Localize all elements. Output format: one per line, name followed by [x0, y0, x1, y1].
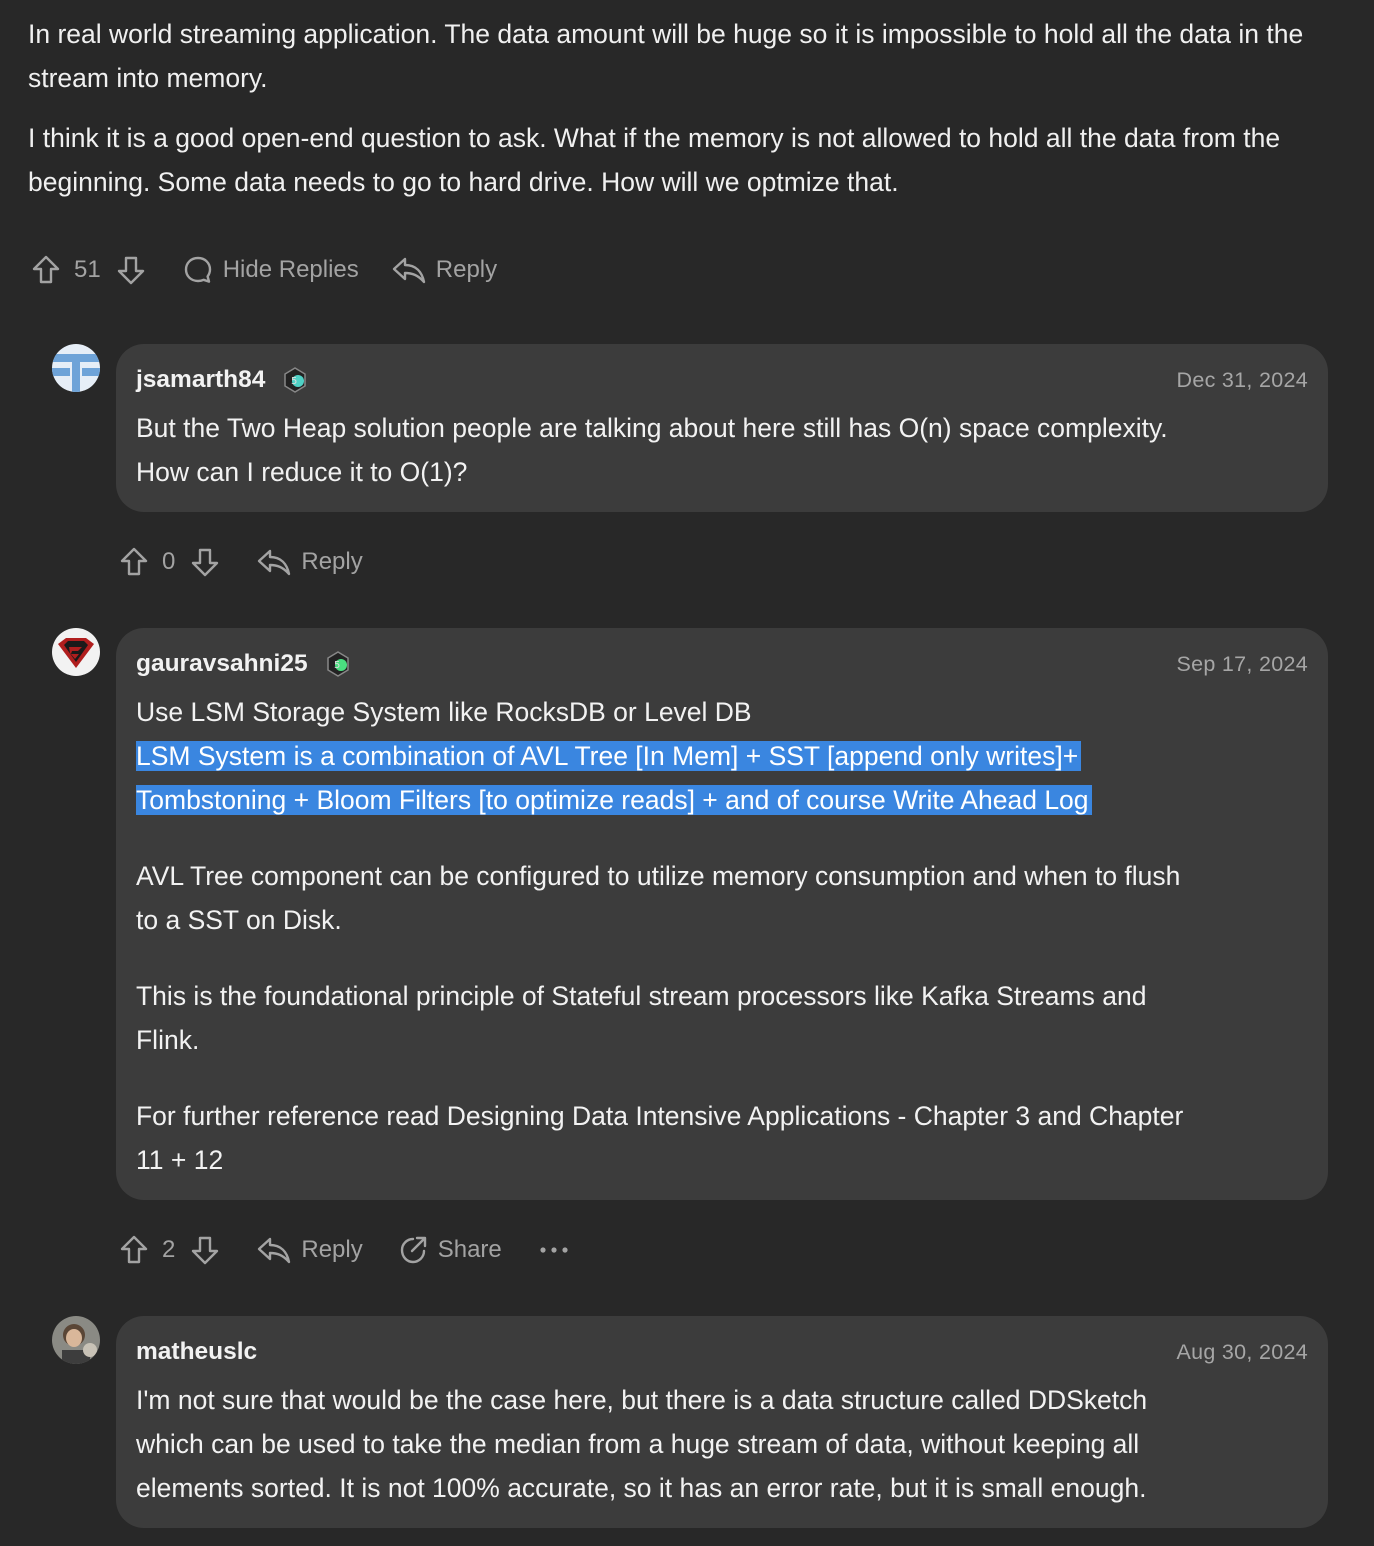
- vote-count: 0: [162, 548, 176, 575]
- reply-text-line: But the Two Heap solution people are tal…: [136, 413, 1168, 443]
- reply-text-line: This is the foundational principle of St…: [136, 981, 1147, 1011]
- reply-header: matheuslc Aug 30, 2024: [136, 1336, 1308, 1368]
- reply-button[interactable]: Reply: [391, 254, 497, 286]
- upvote-button[interactable]: [118, 1234, 150, 1266]
- reply-text-line: I'm not sure that would be the case here…: [136, 1385, 1148, 1415]
- vote-count: 51: [74, 256, 101, 283]
- reply-button[interactable]: Reply: [256, 1234, 363, 1266]
- reply-actions: 0 Reply: [118, 542, 363, 582]
- reply-text-line: For further reference read Designing Dat…: [136, 1101, 1184, 1131]
- reply-actions: 2 Reply Share: [118, 1230, 570, 1270]
- reply-text-line: 11 + 12: [136, 1145, 224, 1175]
- svg-text:5: 5: [291, 376, 297, 387]
- username[interactable]: matheuslc: [136, 1338, 257, 1366]
- share-label: Share: [437, 1236, 502, 1263]
- reply-text-line: to a SST on Disk.: [136, 905, 342, 935]
- reply-arrow-icon: [392, 257, 425, 284]
- hide-replies-button[interactable]: Hide Replies: [182, 254, 359, 286]
- reply-arrow-icon: [258, 549, 291, 576]
- downvote-button[interactable]: [189, 546, 221, 578]
- level-badge-icon: 5: [284, 367, 307, 393]
- reply-card: jsamarth84 5 Dec 31, 2024 But the Two He…: [116, 344, 1328, 512]
- reply-header: gauravsahni25 5 Sep 17, 2024: [136, 648, 1308, 680]
- username[interactable]: jsamarth84: [136, 366, 265, 394]
- top-comment-body: In real world streaming application. The…: [28, 12, 1358, 220]
- reply-text-line: which can be used to take the median fro…: [136, 1429, 1140, 1459]
- top-comment-paragraph: I think it is a good open-end question t…: [28, 123, 1281, 197]
- share-button[interactable]: Share: [397, 1234, 502, 1266]
- reply-button[interactable]: Reply: [256, 546, 363, 578]
- reply-text-line: Flink.: [136, 1025, 200, 1055]
- vote-count: 2: [162, 1236, 176, 1263]
- reply-label: Reply: [301, 548, 363, 575]
- more-icon: [540, 1247, 568, 1253]
- reply-text-line: AVL Tree component can be configured to …: [136, 861, 1181, 891]
- level-badge-icon: 5: [326, 651, 349, 677]
- avatar[interactable]: [52, 628, 100, 676]
- reply-card: gauravsahni25 5 Sep 17, 2024 Use LSM Sto…: [116, 628, 1328, 1200]
- reply-header: jsamarth84 5 Dec 31, 2024: [136, 364, 1308, 396]
- comment-bubble-icon: [184, 256, 211, 283]
- reply-card: matheuslc Aug 30, 2024 I'm not sure that…: [116, 1316, 1328, 1528]
- reply-label: Reply: [301, 1236, 363, 1263]
- hide-replies-label: Hide Replies: [222, 256, 359, 283]
- upvote-button[interactable]: [30, 254, 62, 286]
- post-date: Dec 31, 2024: [1176, 367, 1308, 392]
- reply-text-line: elements sorted. It is not 100% accurate…: [136, 1473, 1147, 1503]
- downvote-button[interactable]: [115, 254, 147, 286]
- highlighted-text[interactable]: Tombstoning + Bloom Filters [to optimize…: [136, 785, 1092, 815]
- reply-label: Reply: [435, 256, 498, 283]
- selected-text: LSM System is a combination of AVL Tree …: [136, 734, 1308, 822]
- top-comment-actions: 51 Hide Replies Reply: [30, 250, 497, 290]
- avatar[interactable]: [52, 1316, 100, 1364]
- upvote-button[interactable]: [118, 546, 150, 578]
- downvote-icon: [192, 548, 219, 577]
- svg-text:5: 5: [334, 660, 340, 671]
- downvote-button[interactable]: [189, 1234, 221, 1266]
- reply-text-line: How can I reduce it to O(1)?: [136, 457, 468, 487]
- avatar[interactable]: [52, 344, 100, 392]
- more-options-button[interactable]: [538, 1234, 570, 1266]
- reply-arrow-icon: [258, 1237, 291, 1264]
- downvote-icon: [192, 1236, 219, 1265]
- post-date: Aug 30, 2024: [1176, 1339, 1308, 1364]
- post-date: Sep 17, 2024: [1176, 651, 1308, 676]
- share-icon: [400, 1236, 426, 1264]
- reply-text-line: Use LSM Storage System like RocksDB or L…: [136, 697, 752, 727]
- highlighted-text[interactable]: LSM System is a combination of AVL Tree …: [136, 741, 1082, 771]
- upvote-icon: [120, 1235, 148, 1264]
- upvote-icon: [32, 255, 60, 284]
- upvote-icon: [120, 547, 148, 576]
- username[interactable]: gauravsahni25: [136, 650, 308, 678]
- top-comment-paragraph: In real world streaming application. The…: [28, 19, 1304, 93]
- downvote-icon: [117, 256, 144, 285]
